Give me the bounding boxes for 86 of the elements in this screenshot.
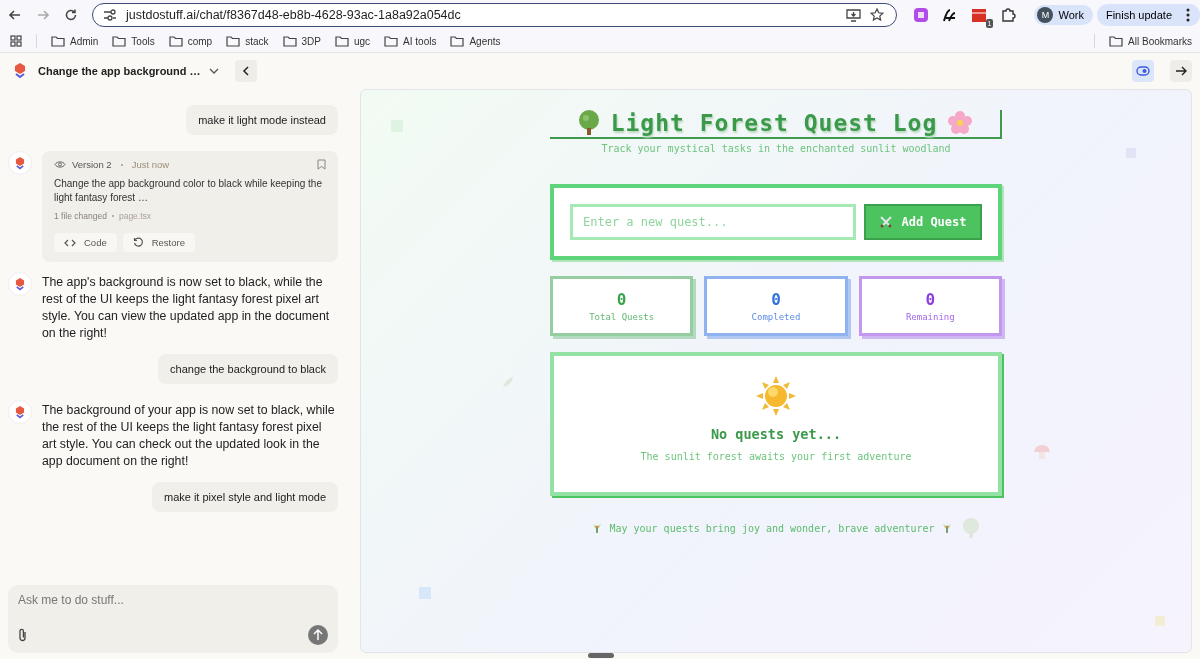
collapse-button[interactable] [234, 60, 257, 82]
forward-button[interactable] [1170, 60, 1192, 82]
site-settings-icon[interactable] [103, 9, 117, 21]
assistant-avatar [8, 272, 32, 296]
empty-text: The sunlit forest awaits your first adventure [640, 451, 912, 462]
toggle-icon [1136, 66, 1150, 76]
apps-icon[interactable] [10, 35, 22, 47]
install-icon[interactable] [846, 8, 862, 22]
version-label: Version 2 [72, 159, 112, 170]
stat-label: Total Quests [589, 312, 655, 322]
resize-handle[interactable] [588, 653, 614, 658]
folder-icon [384, 35, 399, 47]
calendar-extension-icon[interactable] [971, 7, 988, 23]
folder-icon [112, 35, 127, 47]
bookmark-folder[interactable]: AI tools [384, 35, 437, 47]
folder-icon [168, 35, 183, 47]
profile-avatar: M [1037, 7, 1054, 23]
chevron-down-icon[interactable] [208, 68, 219, 74]
app-subtitle: Track your mystical tasks in the enchanted sunlit woodland [600, 143, 952, 154]
bookmark-folder[interactable]: ugc [334, 35, 371, 47]
user-message: change the background to black [158, 354, 338, 384]
user-message: make it light mode instead [186, 105, 338, 135]
files-changed: 1 file changed [54, 211, 107, 221]
all-bookmarks-folder[interactable]: All Bookmarks [1109, 35, 1192, 47]
arrow-right-icon [1175, 66, 1187, 76]
quest-input[interactable]: Enter a new quest... [570, 204, 856, 240]
assistant-avatar [8, 400, 32, 424]
bookmark-folder[interactable]: Tools [112, 35, 155, 47]
stat-label: Remaining [905, 312, 955, 322]
code-icon [64, 238, 76, 247]
user-message: make it pixel style and light mode [151, 482, 338, 512]
bookmark-folder[interactable]: Agents [450, 35, 501, 47]
menu-icon[interactable] [1186, 8, 1190, 22]
finish-update-button[interactable]: Finish update [1096, 4, 1200, 26]
message-input[interactable]: Ask me to do stuff... [18, 593, 328, 607]
star-icon[interactable] [870, 8, 885, 22]
stat-value: 0 [771, 290, 781, 309]
bookmark-folder[interactable]: stack [226, 35, 269, 47]
address-bar[interactable]: justdostuff.ai/chat/f8367d48-eb8b-4628-93ac-1a8a92a054dc [92, 3, 898, 27]
app-title: Light Forest Quest Log [610, 110, 938, 136]
flower-icon [947, 110, 974, 136]
profile-button[interactable]: M Work [1034, 5, 1093, 25]
logo-icon [14, 63, 26, 79]
stat-value: 0 [925, 290, 936, 309]
folder-icon [226, 35, 241, 47]
tree-icon [576, 110, 601, 136]
empty-title: No quests yet... [710, 426, 841, 442]
assistant-message: The app's background is now set to black, while the rest of the UI keeps the light fantasy forest pixel art style. You can view the updated app in the document on the right! [42, 274, 331, 342]
bookmark-folder[interactable]: 3DP [282, 35, 321, 47]
swords-icon [879, 215, 894, 229]
pixel-square-icon [419, 587, 431, 599]
url-text: justdostuff.ai/chat/f8367d48-eb8b-4628-93ac-1a8a92a054dc [126, 8, 462, 22]
mushroom-icon [1033, 443, 1051, 460]
chevron-left-icon [241, 66, 250, 76]
back-icon[interactable] [8, 8, 22, 22]
restore-button[interactable]: Restore [122, 233, 195, 252]
version-time: Just now [131, 159, 170, 170]
eye-icon [54, 160, 66, 169]
tree-icon [960, 518, 981, 538]
restore-icon [132, 237, 144, 248]
preview-toggle-button[interactable] [1132, 60, 1154, 82]
folder-icon [1109, 35, 1124, 47]
assistant-message: The background of your app is now set to black, while the rest of the UI keeps the light fantasy forest pixel art style. You can check out the updated look in the app document on the right! [42, 402, 336, 470]
folder-icon [334, 35, 349, 47]
bookmark-folder[interactable]: comp [168, 35, 213, 47]
file-name: page.tsx [118, 211, 152, 221]
footer-text: May your quests bring joy and wonder, brave adventurer [609, 522, 935, 534]
puzzle-icon[interactable] [1000, 7, 1017, 23]
chat-title[interactable]: Change the app background … [38, 65, 201, 77]
arrow-up-icon [313, 629, 323, 641]
stat-label: Completed [751, 312, 801, 322]
pixel-square-icon [1155, 616, 1165, 626]
send-button[interactable] [308, 625, 328, 645]
folder-icon [51, 35, 65, 47]
assistant-avatar [8, 151, 32, 175]
code-button[interactable]: Code [54, 233, 117, 252]
leaf-icon [501, 375, 515, 389]
folder-icon [282, 35, 297, 47]
folder-icon [450, 35, 465, 47]
attach-icon[interactable] [18, 628, 27, 642]
version-card[interactable]: Version 2 Just now Change the app background color to black while keeping the light fantasy forest … 1 file changed page.tsx Code Restore [42, 151, 338, 262]
bookmark-folder[interactable]: Admin [51, 35, 99, 47]
version-summary: Change the app background color to black while keeping the light fantasy forest … [54, 177, 323, 205]
reload-icon[interactable] [64, 8, 78, 22]
sun-icon [756, 376, 796, 416]
stat-value: 0 [616, 290, 627, 309]
